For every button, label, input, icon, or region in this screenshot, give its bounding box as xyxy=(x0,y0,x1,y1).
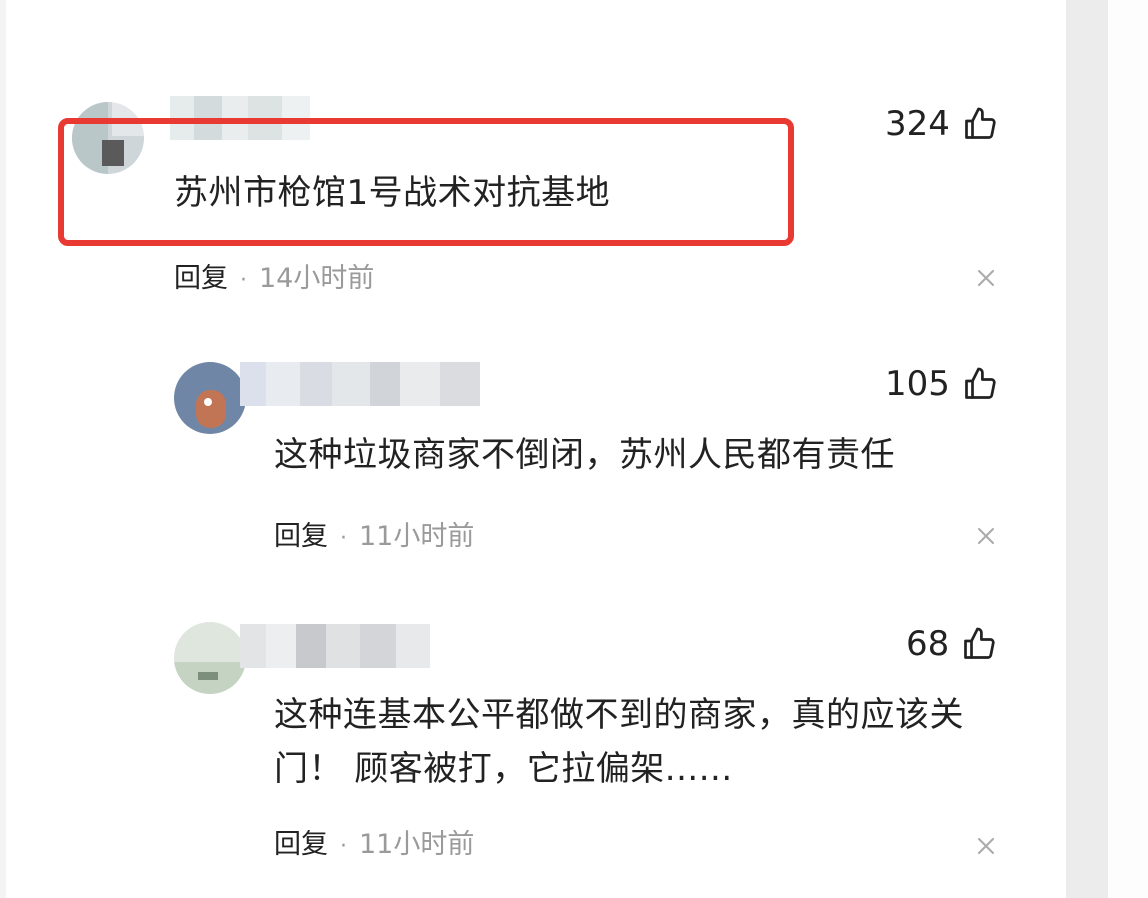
reply-button[interactable]: 回复 xyxy=(274,521,328,552)
separator-dot: · xyxy=(340,526,347,551)
close-icon[interactable] xyxy=(976,526,996,546)
like-button[interactable]: 68 xyxy=(906,624,997,664)
thumbs-up-icon xyxy=(965,367,996,399)
comment-meta: 回复 · 14小时前 xyxy=(174,256,374,295)
like-count: 105 xyxy=(885,364,950,404)
username-blurred[interactable] xyxy=(240,624,430,668)
like-button[interactable]: 105 xyxy=(885,364,998,404)
reply-button[interactable]: 回复 xyxy=(274,829,328,860)
username-blurred[interactable] xyxy=(240,362,480,408)
comment-item: 105 这种垃圾商家不倒闭，苏州人民都有责任 回复 · 11小时前 xyxy=(0,300,1060,600)
scrollbar-track[interactable] xyxy=(1066,0,1108,898)
close-icon[interactable] xyxy=(976,268,996,288)
page-margin xyxy=(1108,0,1148,898)
highlight-box xyxy=(58,118,794,246)
close-icon[interactable] xyxy=(976,836,996,856)
comment-item: 68 这种连基本公平都做不到的商家，真的应该关 门！ 顾客被打，它拉偏架....… xyxy=(0,600,1060,898)
avatar[interactable] xyxy=(174,622,246,694)
comment-text: 这种垃圾商家不倒闭，苏州人民都有责任 xyxy=(274,435,895,475)
reply-button[interactable]: 回复 xyxy=(174,263,228,294)
like-count: 68 xyxy=(906,624,950,664)
like-button[interactable]: 324 xyxy=(885,104,998,144)
comment-text-line-1: 这种连基本公平都做不到的商家，真的应该关 xyxy=(274,695,964,735)
separator-dot: · xyxy=(240,268,247,293)
timestamp: 14小时前 xyxy=(259,263,375,294)
comment-meta: 回复 · 11小时前 xyxy=(274,514,474,553)
comment-meta: 回复 · 11小时前 xyxy=(274,822,474,861)
thumbs-up-icon xyxy=(964,627,995,659)
like-count: 324 xyxy=(885,104,950,144)
timestamp: 11小时前 xyxy=(359,521,475,552)
comment-text-line-2: 门！ 顾客被打，它拉偏架...... xyxy=(274,749,733,789)
avatar[interactable] xyxy=(174,362,246,434)
thumbs-up-icon xyxy=(965,107,996,139)
separator-dot: · xyxy=(340,834,347,859)
timestamp: 11小时前 xyxy=(359,829,475,860)
